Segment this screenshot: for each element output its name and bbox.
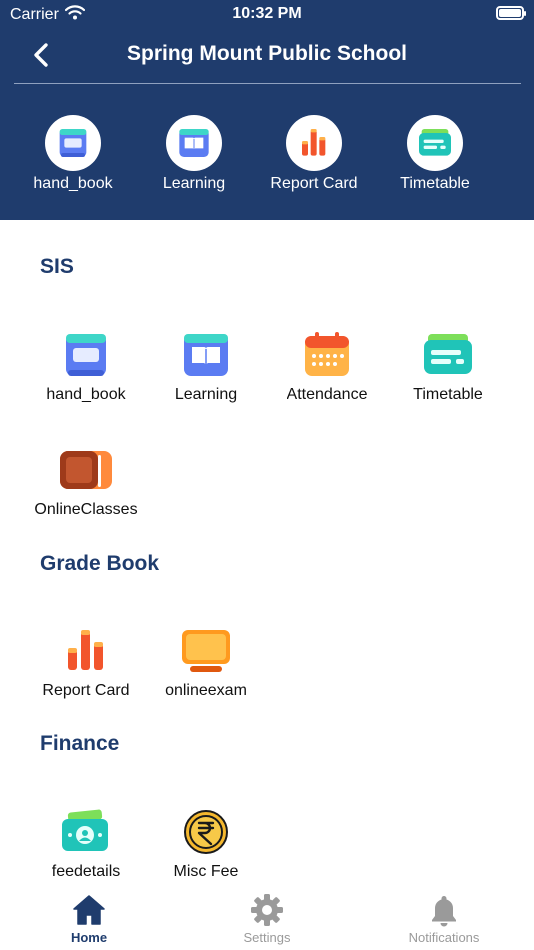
header: Carrier 10:32 PM Spring Mount Public Sch… (0, 0, 534, 220)
tile-report-card-icon-box (56, 626, 116, 676)
tile-online-exam-icon-box (176, 626, 236, 676)
module-list: SIS hand_book Learning Attendance Timeta… (0, 220, 534, 890)
nav-divider (14, 83, 521, 84)
nav-bar: Spring Mount Public School (0, 30, 534, 80)
quick-link-label: Timetable (400, 175, 470, 192)
status-bar: Carrier 10:32 PM (0, 0, 534, 30)
quick-link-timetable[interactable]: Timetable (375, 115, 495, 193)
quick-link-handbook-circle (45, 115, 101, 171)
quick-link-learning[interactable]: Learning (134, 115, 254, 193)
quick-link-label: hand_book (33, 175, 113, 192)
tv-icon (56, 445, 116, 495)
clock: 10:32 PM (232, 5, 302, 22)
gear-icon (251, 894, 283, 926)
quick-link-timetable-circle (407, 115, 463, 171)
tab-settings[interactable]: Settings (192, 892, 342, 945)
money-icon (56, 807, 116, 857)
quick-link-label: Learning (162, 175, 226, 192)
battery-icon (496, 6, 526, 20)
tab-bar: Home Settings Notifications (0, 890, 534, 950)
handbook-icon (53, 126, 93, 160)
tab-home[interactable]: Home (14, 892, 164, 945)
tile-timetable-icon-box (418, 330, 478, 380)
section-title-sis: SIS (40, 255, 74, 278)
tab-label: Notifications (408, 930, 480, 945)
book-icon (174, 126, 214, 160)
tile-online-exam[interactable]: onlineexam (146, 626, 266, 700)
bell-icon (432, 896, 456, 927)
tab-notifications[interactable]: Notifications (369, 892, 519, 945)
tile-label: OnlineClasses (34, 501, 138, 518)
page-title: Spring Mount Public School (127, 42, 407, 65)
tile-misc-fee[interactable]: Misc Fee (146, 807, 266, 881)
monitor-icon (176, 626, 236, 676)
tile-label: Report Card (42, 682, 130, 699)
tile-handbook-icon-box (56, 330, 116, 380)
tile-online-classes[interactable]: OnlineClasses (26, 445, 146, 519)
tile-label: Attendance (286, 386, 368, 403)
bar-chart-icon (56, 626, 116, 676)
tile-timetable[interactable]: Timetable (388, 330, 508, 404)
quick-links: hand_book Learning Report Card Timetable (0, 115, 534, 195)
tab-label: Settings (243, 930, 291, 945)
quick-link-label: Report Card (270, 175, 358, 192)
book-icon (176, 330, 236, 380)
tile-fee-details[interactable]: feedetails (26, 807, 146, 881)
tile-learning-icon-box (176, 330, 236, 380)
tile-misc-fee-icon-box (176, 807, 236, 857)
calendar-icon (297, 330, 357, 380)
quick-link-report-card[interactable]: Report Card (254, 115, 374, 193)
rupee-coin-icon (176, 807, 236, 857)
tile-attendance-icon-box (297, 330, 357, 380)
timetable-card-icon (415, 126, 455, 160)
tab-label: Home (70, 930, 108, 945)
handbook-icon (56, 330, 116, 380)
tile-attendance[interactable]: Attendance (267, 330, 387, 404)
home-icon (73, 895, 105, 925)
tile-label: hand_book (46, 386, 126, 403)
tile-learning[interactable]: Learning (146, 330, 266, 404)
section-title-finance: Finance (40, 732, 120, 755)
timetable-card-icon (418, 330, 478, 380)
bar-chart-icon (294, 126, 334, 160)
tile-online-classes-icon-box (56, 445, 116, 495)
tile-report-card[interactable]: Report Card (26, 626, 146, 700)
tile-label: onlineexam (165, 682, 247, 699)
quick-link-learning-circle (166, 115, 222, 171)
tile-label: feedetails (51, 863, 121, 880)
tile-fee-details-icon-box (56, 807, 116, 857)
tile-label: Misc Fee (173, 863, 239, 880)
tile-label: Timetable (413, 386, 483, 403)
tile-handbook[interactable]: hand_book (26, 330, 146, 404)
tile-label: Learning (174, 386, 238, 403)
quick-link-report-card-circle (286, 115, 342, 171)
section-title-grade-book: Grade Book (40, 552, 160, 575)
quick-link-handbook[interactable]: hand_book (13, 115, 133, 193)
